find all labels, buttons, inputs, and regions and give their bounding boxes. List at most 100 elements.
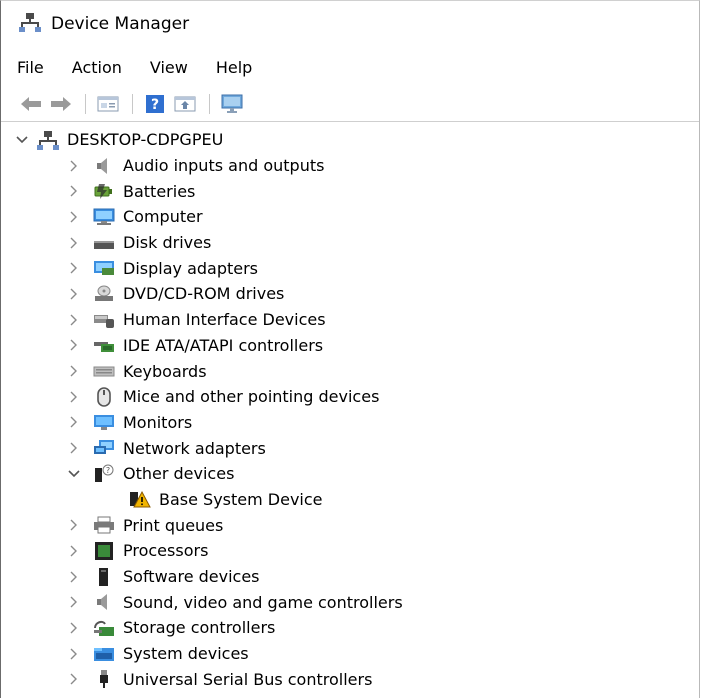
mouse-icon (93, 386, 115, 407)
menu-action[interactable]: Action (72, 56, 122, 79)
chevron-right-icon[interactable] (67, 621, 81, 635)
tree-item-hid[interactable]: Human Interface Devices (1, 307, 699, 333)
chevron-right-icon[interactable] (67, 544, 81, 558)
tree-item-label: System devices (123, 644, 249, 664)
processor-icon (93, 541, 115, 561)
tree-item-label: Sound, video and game controllers (123, 592, 403, 612)
tree-item-label: Network adapters (123, 438, 266, 458)
tree-item-label: Monitors (123, 412, 193, 432)
tree-item-network[interactable]: Network adapters (1, 435, 699, 461)
tree-item-computer[interactable]: Computer (1, 204, 699, 230)
window-title: Device Manager (51, 14, 190, 34)
tree-item-label: Print queues (123, 515, 224, 535)
tree-item-processors[interactable]: Processors (1, 538, 699, 564)
chevron-right-icon[interactable] (67, 518, 81, 532)
chevron-right-icon[interactable] (67, 159, 81, 173)
tree-item-label: Base System Device (159, 489, 323, 509)
chevron-right-icon[interactable] (67, 595, 81, 609)
tree-item-label: Audio inputs and outputs (123, 156, 325, 176)
toolbar-separator (132, 94, 133, 114)
tree-item-label: Display adapters (123, 258, 259, 278)
tree-item-label: Other devices (123, 464, 235, 484)
tree-item-software-devices[interactable]: Software devices (1, 564, 699, 590)
tree-item-print-queues[interactable]: Print queues (1, 512, 699, 538)
chevron-right-icon[interactable] (67, 441, 81, 455)
tree-root-label: DESKTOP-CDPGPEU (67, 130, 224, 150)
chevron-right-icon[interactable] (67, 236, 81, 250)
tree-item-label: Computer (123, 207, 203, 227)
system-folder-icon (93, 644, 115, 664)
menu-view[interactable]: View (150, 56, 188, 79)
title-bar: Device Manager (1, 1, 699, 47)
hid-icon (93, 310, 115, 330)
tree-item-other-devices[interactable]: ? Other devices (1, 461, 699, 487)
usb-icon (93, 669, 115, 689)
chevron-right-icon[interactable] (67, 261, 81, 275)
chevron-right-icon[interactable] (67, 672, 81, 686)
chevron-down-icon[interactable] (15, 133, 29, 147)
computer-network-icon (37, 130, 59, 150)
network-adapter-icon (93, 438, 115, 458)
tree-item-label: Processors (123, 541, 209, 561)
tree-item-dvd[interactable]: DVD/CD-ROM drives (1, 281, 699, 307)
disk-drive-icon (93, 233, 115, 253)
chevron-down-icon[interactable] (67, 467, 81, 481)
tree-item-label: Batteries (123, 181, 196, 201)
ide-controller-icon (93, 335, 115, 355)
svg-text:?: ? (106, 466, 110, 475)
chevron-right-icon[interactable] (67, 338, 81, 352)
tree-item-audio[interactable]: Audio inputs and outputs (1, 153, 699, 179)
tree-item-label: DVD/CD-ROM drives (123, 284, 285, 304)
chevron-right-icon[interactable] (67, 570, 81, 584)
tree-item-label: Storage controllers (123, 618, 276, 638)
tree-item-mice[interactable]: Mice and other pointing devices (1, 384, 699, 410)
menu-file[interactable]: File (17, 56, 44, 79)
device-tree: DESKTOP-CDPGPEU Audio inputs and outputs… (1, 122, 699, 692)
tree-item-label: IDE ATA/ATAPI controllers (123, 335, 324, 355)
tree-item-label: Human Interface Devices (123, 310, 326, 330)
tree-item-label: Software devices (123, 567, 260, 587)
tree-item-ide[interactable]: IDE ATA/ATAPI controllers (1, 333, 699, 359)
properties-icon[interactable] (96, 93, 120, 115)
tree-item-disk-drives[interactable]: Disk drives (1, 230, 699, 256)
tree-item-batteries[interactable]: Batteries (1, 178, 699, 204)
speaker-icon (93, 592, 115, 612)
chevron-right-icon[interactable] (67, 415, 81, 429)
tree-item-sound-video[interactable]: Sound, video and game controllers (1, 589, 699, 615)
monitor-scan-icon[interactable] (220, 93, 244, 115)
help-icon[interactable]: ? (143, 93, 167, 115)
unknown-device-icon: ? (93, 464, 115, 484)
chevron-right-icon[interactable] (67, 313, 81, 327)
tree-item-monitors[interactable]: Monitors (1, 410, 699, 436)
chevron-right-icon[interactable] (67, 184, 81, 198)
computer-icon (93, 207, 115, 227)
printer-icon (93, 515, 115, 535)
monitor-icon (93, 412, 115, 432)
svg-text:?: ? (151, 97, 159, 113)
tree-item-display-adapters[interactable]: Display adapters (1, 255, 699, 281)
battery-icon (93, 181, 115, 201)
toolbar-separator (209, 94, 210, 114)
tree-item-usb[interactable]: Universal Serial Bus controllers (1, 666, 699, 692)
tree-root[interactable]: DESKTOP-CDPGPEU (1, 127, 699, 153)
menu-help[interactable]: Help (216, 56, 252, 79)
software-device-icon (93, 567, 115, 587)
tree-item-label: Universal Serial Bus controllers (123, 669, 373, 689)
tree-item-label: Keyboards (123, 361, 207, 381)
speaker-icon (93, 156, 115, 176)
dvd-drive-icon (93, 284, 115, 304)
menu-bar: File Action View Help (1, 47, 699, 87)
tree-item-base-system-device[interactable]: Base System Device (1, 487, 699, 513)
tree-item-system-devices[interactable]: System devices (1, 641, 699, 667)
tree-item-storage-controllers[interactable]: Storage controllers (1, 615, 699, 641)
chevron-right-icon[interactable] (67, 364, 81, 378)
chevron-right-icon[interactable] (67, 287, 81, 301)
back-arrow-icon[interactable] (19, 93, 43, 115)
update-driver-icon[interactable] (173, 93, 197, 115)
chevron-right-icon[interactable] (67, 210, 81, 224)
chevron-right-icon[interactable] (67, 390, 81, 404)
chevron-right-icon[interactable] (67, 647, 81, 661)
toolbar-separator (85, 94, 86, 114)
tree-item-keyboards[interactable]: Keyboards (1, 358, 699, 384)
forward-arrow-icon[interactable] (49, 93, 73, 115)
